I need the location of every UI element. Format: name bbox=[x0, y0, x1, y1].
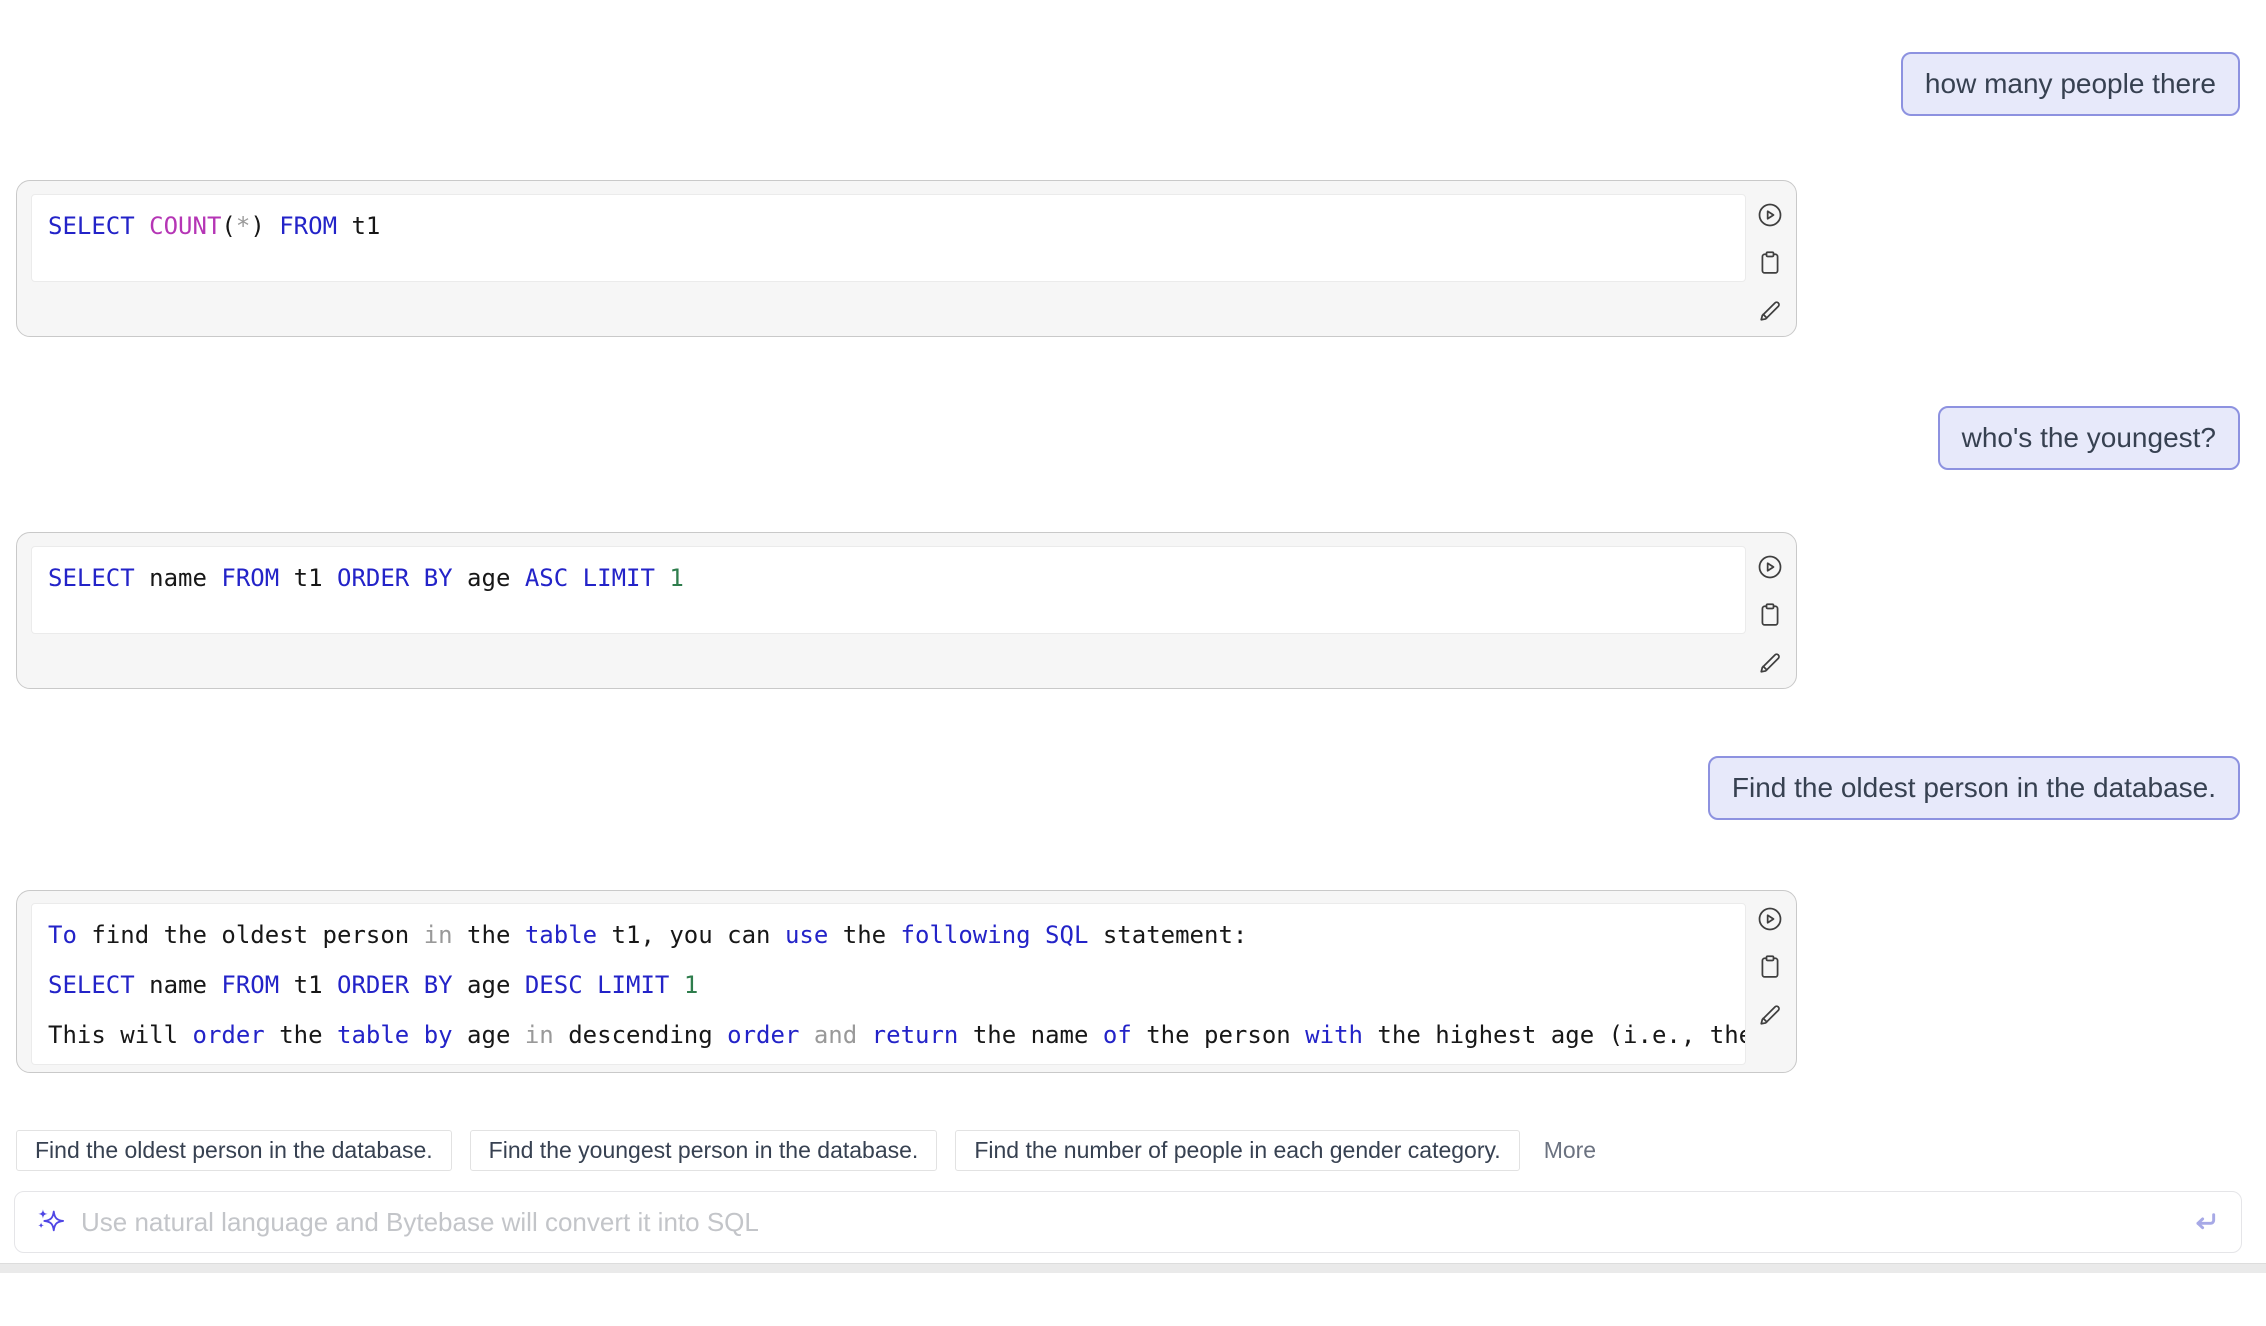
clipboard-icon bbox=[1756, 601, 1784, 629]
more-suggestions-button[interactable]: More bbox=[1538, 1137, 1602, 1164]
run-sql-button[interactable] bbox=[1756, 553, 1784, 581]
card-action-column bbox=[1756, 201, 1784, 325]
pencil-icon bbox=[1756, 1001, 1784, 1029]
copy-sql-button[interactable] bbox=[1756, 249, 1784, 277]
pencil-icon bbox=[1756, 649, 1784, 677]
return-arrow-icon bbox=[2189, 1226, 2221, 1241]
user-message-bubble: who's the youngest? bbox=[1938, 406, 2240, 470]
user-message-row: who's the youngest? bbox=[0, 406, 2266, 470]
code-line: SELECT name FROM t1 ORDER BY age ASC LIM… bbox=[48, 553, 1729, 603]
sql-code-block: SELECT name FROM t1 ORDER BY age ASC LIM… bbox=[31, 546, 1746, 634]
clipboard-icon bbox=[1756, 953, 1784, 981]
user-message-bubble: how many people there bbox=[1901, 52, 2240, 116]
sql-code-block: SELECT COUNT(*) FROM t1 bbox=[31, 194, 1746, 282]
play-circle-icon bbox=[1756, 905, 1784, 933]
suggestion-chip-youngest[interactable]: Find the youngest person in the database… bbox=[470, 1130, 938, 1171]
code-line: SELECT COUNT(*) FROM t1 bbox=[48, 201, 1729, 251]
run-sql-button[interactable] bbox=[1756, 201, 1784, 229]
run-sql-button[interactable] bbox=[1756, 905, 1784, 933]
play-circle-icon bbox=[1756, 201, 1784, 229]
copy-sql-button[interactable] bbox=[1756, 601, 1784, 629]
sql-answer-card: To find the oldest person in the table t… bbox=[16, 890, 1797, 1073]
edit-sql-button[interactable] bbox=[1756, 649, 1784, 677]
user-message-bubble: Find the oldest person in the database. bbox=[1708, 756, 2240, 820]
submit-query-button[interactable] bbox=[2189, 1206, 2221, 1238]
suggestion-chip-oldest[interactable]: Find the oldest person in the database. bbox=[16, 1130, 452, 1171]
code-line: To find the oldest person in the table t… bbox=[48, 910, 1729, 960]
code-line: SELECT name FROM t1 ORDER BY age DESC LI… bbox=[48, 960, 1729, 1010]
suggestions-row: Find the oldest person in the database. … bbox=[16, 1130, 2250, 1171]
edit-sql-button[interactable] bbox=[1756, 1001, 1784, 1029]
sql-explanation-block: To find the oldest person in the table t… bbox=[31, 903, 1746, 1065]
card-action-column bbox=[1756, 553, 1784, 677]
play-circle-icon bbox=[1756, 553, 1784, 581]
code-line: This will order the table by age in desc… bbox=[48, 1010, 1729, 1060]
card-action-column bbox=[1756, 905, 1784, 1029]
chat-panel: how many people there SELECT COUNT(*) FR… bbox=[0, 52, 2266, 1326]
sparkles-icon bbox=[35, 1205, 65, 1240]
user-message-row: how many people there bbox=[0, 52, 2266, 116]
edit-sql-button[interactable] bbox=[1756, 297, 1784, 325]
copy-sql-button[interactable] bbox=[1756, 953, 1784, 981]
bottom-panel-divider bbox=[0, 1263, 2266, 1273]
nl2sql-input[interactable] bbox=[79, 1206, 2175, 1239]
nl2sql-composer bbox=[14, 1191, 2242, 1253]
sql-answer-card: SELECT COUNT(*) FROM t1 bbox=[16, 180, 1797, 337]
suggestion-chip-gender-count[interactable]: Find the number of people in each gender… bbox=[955, 1130, 1519, 1171]
sql-answer-card: SELECT name FROM t1 ORDER BY age ASC LIM… bbox=[16, 532, 1797, 689]
clipboard-icon bbox=[1756, 249, 1784, 277]
pencil-icon bbox=[1756, 297, 1784, 325]
user-message-row: Find the oldest person in the database. bbox=[0, 756, 2266, 820]
